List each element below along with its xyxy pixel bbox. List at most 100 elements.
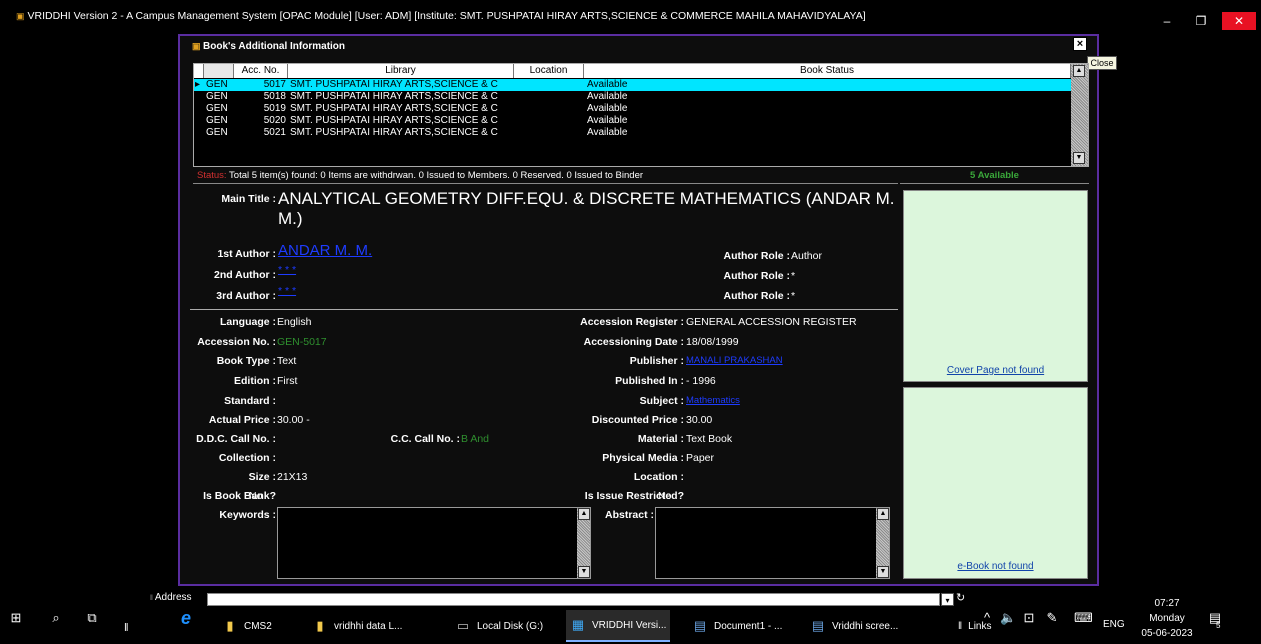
- cell-status: Available: [587, 103, 628, 114]
- address-dropdown-icon[interactable]: ▾: [941, 593, 954, 606]
- taskbar-item-vriddhi-screen[interactable]: ▤ Vriddhi scree...: [810, 610, 898, 642]
- grid-col-status[interactable]: Book Status: [584, 64, 1071, 78]
- copies-grid[interactable]: Acc. No. Library Location Book Status ▸ G…: [193, 63, 1089, 167]
- standard-label: Standard :: [224, 395, 276, 407]
- restore-button[interactable]: ❐: [1184, 12, 1218, 30]
- task-view-icon[interactable]: ⧉: [84, 610, 100, 626]
- cover-page-link[interactable]: Cover Page not found: [904, 365, 1087, 376]
- cell-code: GEN: [206, 115, 228, 126]
- dialog-title: Book's Additional Information: [203, 41, 346, 52]
- status-label: Status:: [197, 170, 227, 181]
- table-row[interactable]: GEN 5020 SMT. PUSHPATAI HIRAY ARTS,SCIENCE…: [194, 115, 1071, 127]
- subject-link[interactable]: Mathematics: [686, 395, 740, 406]
- cell-status: Available: [587, 91, 628, 102]
- table-row[interactable]: GEN 5019 SMT. PUSHPATAI HIRAY ARTS,SCIENCE…: [194, 103, 1071, 115]
- table-row[interactable]: ▸ GEN 5017 SMT. PUSHPATAI HIRAY ARTS,SCIENC…: [194, 79, 1071, 91]
- keywords-textarea[interactable]: ▲ ▼: [277, 507, 591, 579]
- language-indicator[interactable]: ENG: [1103, 619, 1125, 630]
- volume-muted-icon[interactable]: 🔈: [1000, 610, 1016, 626]
- cell-code: GEN: [206, 91, 228, 102]
- abstract-label: Abstract :: [604, 509, 654, 521]
- word-doc-icon: ▤: [693, 618, 707, 633]
- author1-link[interactable]: ANDAR M. M.: [278, 242, 372, 259]
- accession-register-value: GENERAL ACCESSION REGISTER: [686, 316, 857, 328]
- ie-icon[interactable]: e: [178, 609, 194, 627]
- taskbar-item-cms2[interactable]: ▮ CMS2: [222, 610, 271, 642]
- accessioning-date-value: 18/08/1999: [686, 336, 739, 348]
- cell-status: Available: [587, 115, 628, 126]
- section-divider: [190, 309, 898, 310]
- dialog-icon: ▣: [192, 41, 204, 51]
- grid-corner: [194, 64, 204, 78]
- grid-col-library[interactable]: Library: [288, 64, 514, 78]
- chevron-up-icon[interactable]: ^: [979, 610, 995, 626]
- grid-col-location[interactable]: Location: [514, 64, 584, 78]
- cell-code: GEN: [206, 127, 228, 138]
- address-input[interactable]: [207, 593, 940, 606]
- drive-icon: ▭: [456, 618, 470, 633]
- physical-media-value: Paper: [686, 452, 715, 464]
- search-icon[interactable]: ⌕: [48, 610, 64, 626]
- abstract-scroll-up-icon[interactable]: ▲: [877, 508, 889, 520]
- grid-scroll-down-icon[interactable]: ▼: [1073, 152, 1085, 164]
- keywords-scroll-up-icon[interactable]: ▲: [578, 508, 590, 520]
- author-role2-label: Author Role :: [723, 270, 791, 282]
- cell-library: SMT. PUSHPATAI HIRAY ARTS,SCIENCE & C: [290, 91, 498, 102]
- clock-day: Monday: [1149, 613, 1185, 624]
- abstract-textarea[interactable]: ▲ ▼: [655, 507, 890, 579]
- app-icon: ▣: [16, 11, 25, 21]
- address-label: ‖ Address: [150, 592, 192, 603]
- network-icon[interactable]: ⊡: [1021, 610, 1037, 626]
- taskbar-item-local-disk[interactable]: ▭ Local Disk (G:): [455, 610, 543, 642]
- author2-label: 2nd Author :: [213, 269, 276, 281]
- ebook-link[interactable]: e-Book not found: [904, 561, 1087, 572]
- taskbar-item-vriddhi[interactable]: ▦ VRIDDHI Versi...: [566, 610, 671, 642]
- author3-link[interactable]: * * *: [278, 285, 296, 297]
- keywords-scroll-down-icon[interactable]: ▼: [578, 566, 590, 578]
- windows-start-icon[interactable]: ⊞: [8, 610, 24, 626]
- language-value: English: [277, 316, 312, 328]
- cell-status: Available: [587, 127, 628, 138]
- book-bank-value: No: [249, 490, 263, 502]
- minimize-button[interactable]: –: [1150, 12, 1184, 30]
- publisher-link[interactable]: MANALI PRAKASHAN: [686, 355, 783, 366]
- size-label: Size :: [248, 471, 276, 483]
- author3-label: 3rd Author :: [216, 290, 276, 302]
- cell-library: SMT. PUSHPATAI HIRAY ARTS,SCIENCE & C: [290, 127, 498, 138]
- issue-restricted-value: No: [658, 490, 672, 502]
- dialog-close-button[interactable]: ×: [1073, 37, 1087, 51]
- clock[interactable]: 07:27 Monday 05-06-2023: [1141, 596, 1193, 641]
- cell-code: GEN: [206, 103, 228, 114]
- material-label: Material :: [637, 433, 684, 445]
- discounted-price-value: 30.00: [686, 414, 713, 426]
- cell-accno: 5019: [263, 103, 286, 114]
- table-row[interactable]: GEN 5018 SMT. PUSHPATAI HIRAY ARTS,SCIENCE…: [194, 91, 1071, 103]
- author-role2-value: *: [791, 270, 796, 282]
- physical-media-label: Physical Media :: [602, 452, 684, 464]
- accession-register-label: Accession Register :: [580, 316, 684, 328]
- available-count: 5 Available: [900, 168, 1089, 184]
- folder-icon: ▮: [226, 618, 234, 633]
- close-window-button[interactable]: ✕: [1222, 12, 1256, 30]
- keyboard-icon[interactable]: ⌨: [1074, 610, 1093, 626]
- language-label: Language :: [219, 316, 276, 328]
- notifications-icon[interactable]: ▤ 5: [1207, 610, 1223, 630]
- main-title-value: ANALYTICAL GEOMETRY DIFF.EQU. & DISCRETE…: [278, 189, 895, 228]
- grid-scroll-up-icon[interactable]: ▲: [1073, 65, 1085, 77]
- taskbar-item-document1[interactable]: ▤ Document1 - ...: [692, 610, 783, 642]
- abstract-scroll-down-icon[interactable]: ▼: [877, 566, 889, 578]
- pen-icon[interactable]: ✎: [1044, 610, 1060, 626]
- accessioning-date-label: Accessioning Date :: [583, 336, 684, 348]
- grid-scrollbar[interactable]: [1071, 64, 1088, 166]
- discounted-price-label: Discounted Price :: [591, 414, 684, 426]
- cell-code: GEN: [206, 79, 228, 90]
- vriddhi-app-icon: ▦: [571, 617, 585, 632]
- table-row[interactable]: GEN 5021 SMT. PUSHPATAI HIRAY ARTS,SCIENCE…: [194, 127, 1071, 139]
- size-value: 21X13: [277, 471, 308, 483]
- author2-link[interactable]: * * *: [278, 264, 296, 276]
- status-bar: Status: Total 5 item(s) found: 0 Items a…: [193, 168, 898, 184]
- grid-col-accno[interactable]: Acc. No.: [234, 64, 288, 78]
- taskbar-item-vridhhi-data[interactable]: ▮ vridhhi data L...: [312, 610, 402, 642]
- subject-label: Subject :: [639, 395, 684, 407]
- refresh-icon[interactable]: ↻: [956, 591, 965, 604]
